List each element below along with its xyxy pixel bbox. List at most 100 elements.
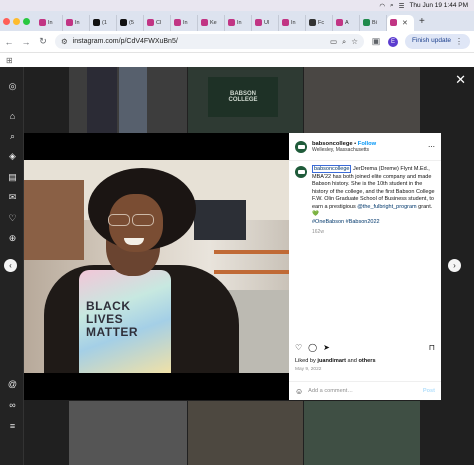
grid-photo[interactable] xyxy=(304,67,420,133)
tab-label: In xyxy=(48,19,53,26)
browser-tab[interactable]: In xyxy=(36,14,63,31)
control-center-icon[interactable]: ☰ xyxy=(399,2,405,10)
tab-favicon-icon xyxy=(39,19,46,26)
previous-post-button[interactable]: ‹ xyxy=(4,259,17,272)
browser-tab[interactable]: In xyxy=(63,14,90,31)
grid-photo[interactable] xyxy=(304,401,420,465)
grid-photo[interactable] xyxy=(69,67,187,133)
wifi-icon[interactable]: ◠ xyxy=(379,2,385,10)
browser-tab[interactable]: Ke xyxy=(198,14,225,31)
post-comment-button[interactable]: Post xyxy=(423,388,435,394)
browser-tab[interactable]: (5 xyxy=(117,14,144,31)
search-icon[interactable]: ⌕ xyxy=(7,131,18,142)
reload-icon[interactable]: ↻ xyxy=(38,36,48,47)
bookmark-star-icon[interactable]: ☆ xyxy=(351,37,358,46)
liked-by-prefix: Liked by xyxy=(295,358,318,364)
grid-photo[interactable]: BABSON COLLEGE xyxy=(188,67,303,133)
account-avatar[interactable] xyxy=(295,140,307,153)
browser-tab[interactable]: Fc xyxy=(306,14,333,31)
tab-label: In xyxy=(237,19,242,26)
extensions-icon[interactable]: ▣ xyxy=(371,36,381,47)
browser-tab[interactable]: ✕ xyxy=(387,14,414,31)
post-modal: BLACK LIVES MATTER babsoncollege • Follo… xyxy=(24,133,441,400)
tab-label: Bi xyxy=(372,19,377,26)
instagram-logo-icon[interactable]: ◎ xyxy=(7,81,18,92)
minimize-window-button[interactable] xyxy=(13,17,20,25)
post-username[interactable]: babsoncollege xyxy=(312,141,353,147)
post-image[interactable]: BLACK LIVES MATTER xyxy=(24,133,289,400)
messages-icon[interactable]: ✉ xyxy=(7,192,18,203)
forward-icon[interactable]: → xyxy=(21,37,31,47)
post-date[interactable]: May 9, 2022 xyxy=(295,367,321,372)
tab-label: Cl xyxy=(156,19,162,26)
cast-icon[interactable]: ▭ xyxy=(330,37,337,46)
emoji-icon[interactable]: ☺ xyxy=(295,387,303,396)
share-icon[interactable]: ➤ xyxy=(323,343,330,352)
url-text[interactable]: instagram.com/p/CdV4FWXuBn5/ xyxy=(73,38,325,45)
post-age[interactable]: 162w xyxy=(312,229,435,236)
zoom-icon[interactable]: ⌕ xyxy=(342,37,346,47)
hashtags-link[interactable]: #OneBabson #Babson2022 xyxy=(312,219,380,225)
browser-tab[interactable]: In xyxy=(171,14,198,31)
comment-icon[interactable]: ◯ xyxy=(308,343,317,352)
browser-tab[interactable]: In xyxy=(225,14,252,31)
browser-tab[interactable]: Bi xyxy=(360,14,387,31)
finish-update-button[interactable]: Finish update ⋮ xyxy=(404,34,470,49)
tab-label: Ke xyxy=(210,19,217,26)
tab-favicon-icon xyxy=(255,19,262,26)
back-icon[interactable]: ← xyxy=(4,37,14,47)
profile-avatar[interactable]: E xyxy=(387,36,398,47)
caption-avatar[interactable] xyxy=(295,166,307,178)
comment-bar: ☺ Add a comment… Post xyxy=(289,381,441,400)
liked-by-others[interactable]: others xyxy=(358,358,375,364)
clock-text[interactable]: Thu Jun 19 1:44 PM xyxy=(409,2,468,9)
apps-grid-icon[interactable]: ⊞ xyxy=(6,56,13,65)
grid-photo[interactable] xyxy=(188,401,303,465)
menu-bar: ◠ ⌕ ☰ Thu Jun 19 1:44 PM xyxy=(0,0,474,11)
follow-button[interactable]: Follow xyxy=(358,141,376,147)
comment-input[interactable]: Add a comment… xyxy=(308,388,353,394)
new-tab-button[interactable]: + xyxy=(419,16,425,27)
instagram-page: BABSON COLLEGE ◎ ⌂ ⌕ ◈ ▤ ✉ ♡ ⊕ @ ∞ ≡ ✕ ‹… xyxy=(0,67,474,465)
caption-username-link[interactable]: babsoncollege xyxy=(312,165,352,173)
tab-favicon-icon xyxy=(93,19,100,26)
reels-icon[interactable]: ▤ xyxy=(7,172,18,183)
browser-tab[interactable]: Cl xyxy=(144,14,171,31)
post-caption: babsoncollege JerDrema (Dreme) Flynt M.E… xyxy=(295,165,435,236)
post-actions: ♡ ◯ ➤ ⊓ xyxy=(295,343,435,352)
post-header: babsoncollege • Follow Wellesley, Massac… xyxy=(289,133,441,161)
browser-toolbar: ← → ↻ ⚙ instagram.com/p/CdV4FWXuBn5/ ▭ ⌕… xyxy=(0,31,474,53)
browser-tab[interactable]: A xyxy=(333,14,360,31)
fulbright-mention-link[interactable]: @the_fulbright_program xyxy=(357,204,416,210)
close-tab-icon[interactable]: ✕ xyxy=(402,19,408,27)
grid-photo[interactable] xyxy=(69,401,187,465)
zoom-window-button[interactable] xyxy=(23,17,30,25)
site-info-icon[interactable]: ⚙ xyxy=(61,37,68,46)
spotlight-icon[interactable]: ⌕ xyxy=(390,2,394,10)
browser-tab[interactable]: Ul xyxy=(252,14,279,31)
tab-favicon-icon xyxy=(336,19,343,26)
liked-by-user[interactable]: juandimart xyxy=(317,358,346,364)
chevron-right-icon: › xyxy=(453,261,456,270)
tab-favicon-icon xyxy=(201,19,208,26)
close-window-button[interactable] xyxy=(3,17,10,25)
post-location[interactable]: Wellesley, Massachusetts xyxy=(312,147,376,153)
tab-label: Fc xyxy=(318,19,325,26)
like-heart-icon[interactable]: ♡ xyxy=(295,343,302,352)
save-bookmark-icon[interactable]: ⊓ xyxy=(429,343,435,352)
browser-tab[interactable]: In xyxy=(279,14,306,31)
tab-strip: In In (1 (5 Cl In Ke In Ul In Fc A Bi ✕ + xyxy=(0,11,474,31)
tab-label: In xyxy=(75,19,80,26)
more-menu-icon[interactable]: ≡ xyxy=(7,421,18,432)
close-icon[interactable]: ✕ xyxy=(455,72,466,88)
home-icon[interactable]: ⌂ xyxy=(7,111,18,122)
explore-icon[interactable]: ◈ xyxy=(7,151,18,162)
address-bar[interactable]: ⚙ instagram.com/p/CdV4FWXuBn5/ ▭ ⌕ ☆ xyxy=(55,34,364,49)
meta-icon[interactable]: ∞ xyxy=(7,400,18,411)
create-icon[interactable]: ⊕ xyxy=(7,233,18,244)
next-post-button[interactable]: › xyxy=(448,259,461,272)
threads-icon[interactable]: @ xyxy=(7,379,18,390)
browser-tab[interactable]: (1 xyxy=(90,14,117,31)
more-options-icon[interactable]: ⋯ xyxy=(428,143,435,151)
notifications-icon[interactable]: ♡ xyxy=(7,213,18,224)
